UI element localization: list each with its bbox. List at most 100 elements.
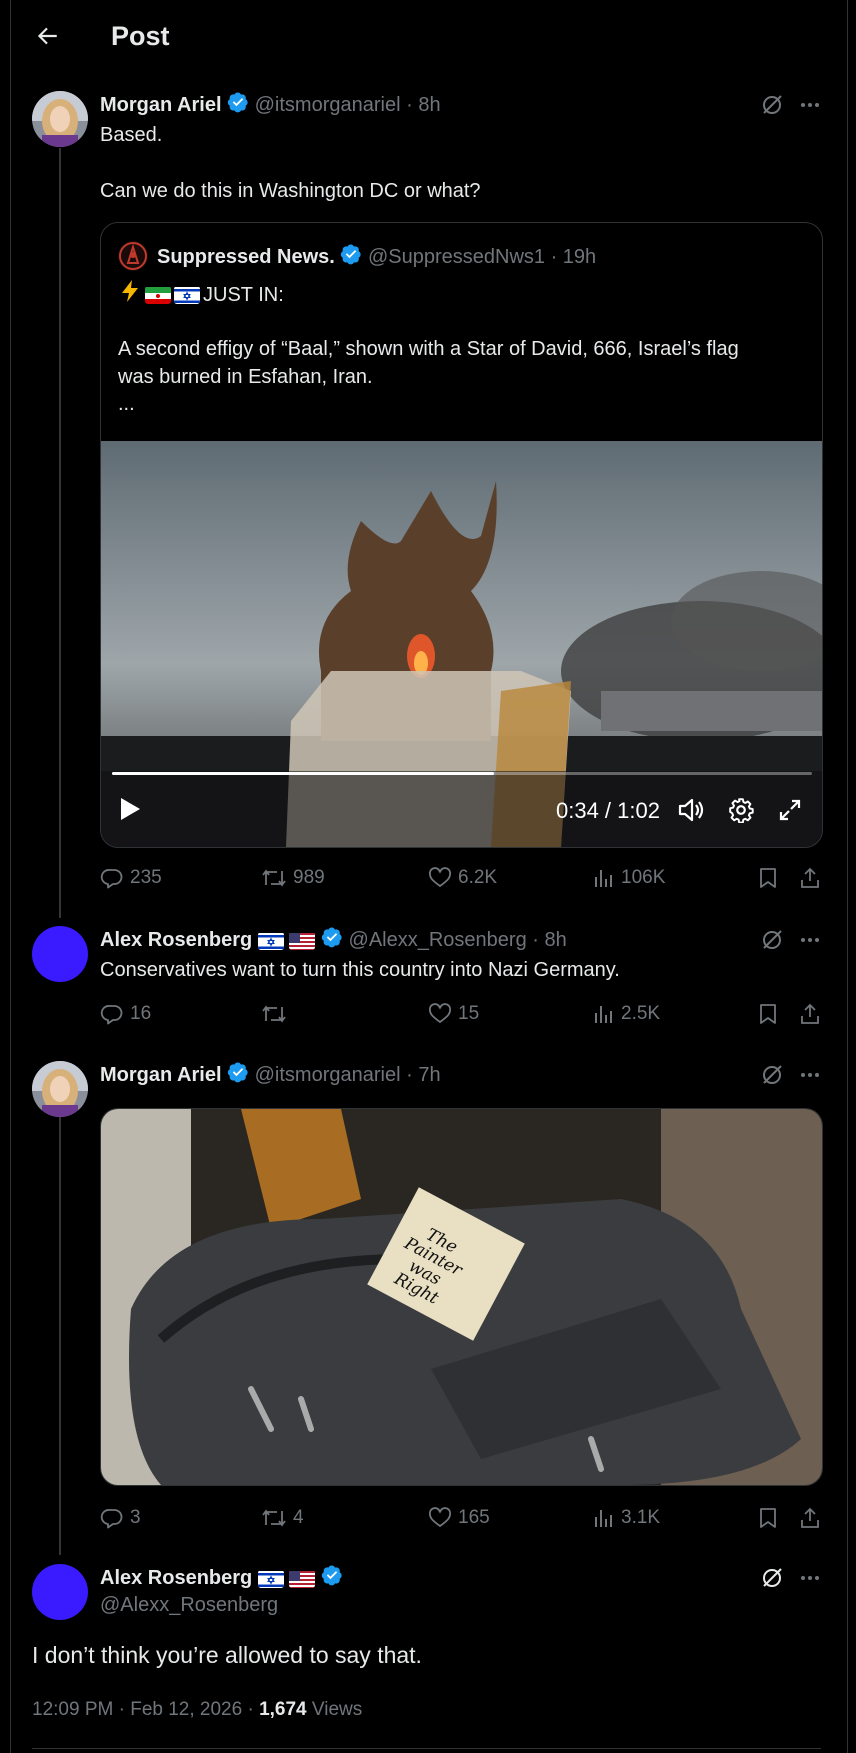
quote-text: ...	[118, 393, 135, 415]
analytics-icon	[595, 870, 612, 887]
video-time: 0:34 / 1:02	[556, 798, 660, 823]
author-name[interactable]: Alex Rosenberg	[100, 1567, 252, 1589]
repost-icon	[262, 1005, 286, 1023]
repost-count: 989	[293, 867, 325, 888]
quote-text: was burned in Esfahan, Iran.	[118, 366, 373, 388]
quote-first-line: JUST IN:	[118, 279, 284, 310]
post-time[interactable]: · 7h	[406, 1064, 440, 1086]
avatar[interactable]	[32, 926, 88, 982]
reply-button[interactable]: 3	[100, 1506, 141, 1530]
grok-icon[interactable]	[760, 928, 784, 952]
post-text: Conservatives want to turn this country …	[100, 959, 620, 981]
author-name[interactable]: Morgan Ariel	[100, 1064, 222, 1086]
reply-button[interactable]: 235	[100, 866, 162, 890]
volume-icon[interactable]	[677, 797, 705, 823]
views-button[interactable]: 3.1K	[591, 1506, 660, 1530]
reply-button[interactable]: 16	[100, 1002, 151, 1026]
reply-icon	[100, 1509, 123, 1529]
fullscreen-icon[interactable]	[778, 798, 802, 822]
post-time[interactable]: · 8h	[532, 929, 566, 951]
page-title: Post	[111, 21, 170, 51]
quote-author-name: Suppressed News.	[157, 245, 335, 268]
more-icon[interactable]	[798, 1063, 822, 1087]
repost-count: 4	[293, 1507, 304, 1528]
like-button[interactable]: 6.2K	[428, 866, 497, 890]
back-arrow-icon[interactable]	[34, 23, 60, 49]
post-text: Based.	[100, 124, 163, 146]
post-meta: 12:09 PM · Feb 12, 2026 · 1,674 Views	[32, 1698, 362, 1722]
author-name[interactable]: Alex Rosenberg	[100, 929, 252, 951]
post-image[interactable]: The Painter was Right	[100, 1108, 823, 1486]
like-button[interactable]: 15	[428, 1002, 479, 1026]
reply-icon	[100, 1005, 123, 1025]
grok-icon[interactable]	[760, 1566, 784, 1590]
views-button[interactable]: 106K	[591, 866, 665, 890]
more-icon[interactable]	[798, 1566, 822, 1590]
author-handle[interactable]: @itsmorganariel	[255, 1064, 401, 1086]
verified-badge-icon	[321, 926, 343, 955]
main-post-header: Alex Rosenberg	[100, 1564, 343, 1593]
analytics-icon	[595, 1510, 612, 1527]
heart-icon	[428, 1507, 452, 1527]
quote-avatar[interactable]	[118, 241, 148, 271]
like-button[interactable]: 165	[428, 1506, 490, 1530]
israel-flag-icon	[257, 932, 284, 950]
verified-badge-icon	[227, 1061, 249, 1090]
quote-text: JUST IN:	[203, 283, 284, 306]
repost-button[interactable]	[261, 1002, 293, 1026]
grok-icon[interactable]	[760, 1063, 784, 1087]
lightning-icon	[118, 279, 142, 310]
quoted-post[interactable]: Suppressed News. @SuppressedNws1 · 19h J…	[100, 222, 823, 848]
usa-flag-icon	[289, 932, 316, 950]
quote-header: Suppressed News. @SuppressedNws1 · 19h	[157, 243, 596, 272]
post-header: Alex Rosenberg @Alexx_Rosenberg · 8h	[100, 926, 567, 955]
video-frame	[101, 441, 822, 847]
post-timestamp[interactable]: 12:09 PM · Feb 12, 2026 ·	[32, 1699, 254, 1720]
thread-line	[59, 148, 61, 918]
author-handle[interactable]: @Alexx_Rosenberg	[100, 1592, 278, 1618]
play-icon[interactable]	[117, 795, 143, 823]
view-count: 2.5K	[621, 1003, 661, 1024]
bookmark-icon[interactable]	[756, 1506, 780, 1530]
post-header: Morgan Ariel @itsmorganariel · 7h	[100, 1061, 441, 1090]
video-progress-track[interactable]	[112, 772, 812, 775]
author-handle[interactable]: @itsmorganariel	[255, 94, 401, 116]
avatar[interactable]	[32, 1564, 88, 1620]
post-time[interactable]: · 8h	[406, 94, 440, 116]
avatar[interactable]	[32, 91, 88, 147]
verified-badge-icon	[321, 1564, 343, 1593]
thread-line	[59, 1117, 61, 1555]
more-icon[interactable]	[798, 928, 822, 952]
reply-count: 235	[130, 867, 162, 888]
heart-icon	[428, 1003, 452, 1023]
israel-flag-icon	[257, 1570, 284, 1588]
views-button[interactable]: 2.5K	[591, 1002, 660, 1026]
share-icon[interactable]	[798, 1506, 822, 1530]
author-handle[interactable]: @Alexx_Rosenberg	[349, 929, 527, 951]
repost-icon	[262, 869, 286, 887]
quote-text: A second effigy of “Baal,” shown with a …	[118, 338, 739, 360]
like-count: 6.2K	[458, 867, 498, 888]
author-name[interactable]: Morgan Ariel	[100, 94, 222, 116]
repost-icon	[262, 1509, 286, 1527]
settings-gear-icon[interactable]	[728, 797, 754, 823]
share-icon[interactable]	[798, 866, 822, 890]
main-post-text: I don’t think you’re allowed to say that…	[32, 1642, 422, 1668]
view-count: 3.1K	[621, 1507, 661, 1528]
repost-button[interactable]: 4	[261, 1506, 304, 1530]
israel-flag-icon	[174, 286, 200, 304]
views-label: Views	[311, 1699, 363, 1720]
bookmark-icon[interactable]	[756, 1002, 780, 1026]
share-icon[interactable]	[798, 1002, 822, 1026]
verified-badge-icon	[340, 243, 362, 272]
avatar[interactable]	[32, 1061, 88, 1117]
repost-button[interactable]: 989	[261, 866, 325, 890]
bookmark-icon[interactable]	[756, 866, 780, 890]
view-count: 1,674	[259, 1699, 307, 1720]
usa-flag-icon	[289, 1570, 316, 1588]
video-player[interactable]: 0:34 / 1:02	[101, 441, 822, 847]
more-icon[interactable]	[798, 93, 822, 117]
quote-author-handle: @SuppressedNws1	[367, 245, 546, 268]
grok-icon[interactable]	[760, 93, 784, 117]
reply-count: 16	[130, 1003, 152, 1024]
